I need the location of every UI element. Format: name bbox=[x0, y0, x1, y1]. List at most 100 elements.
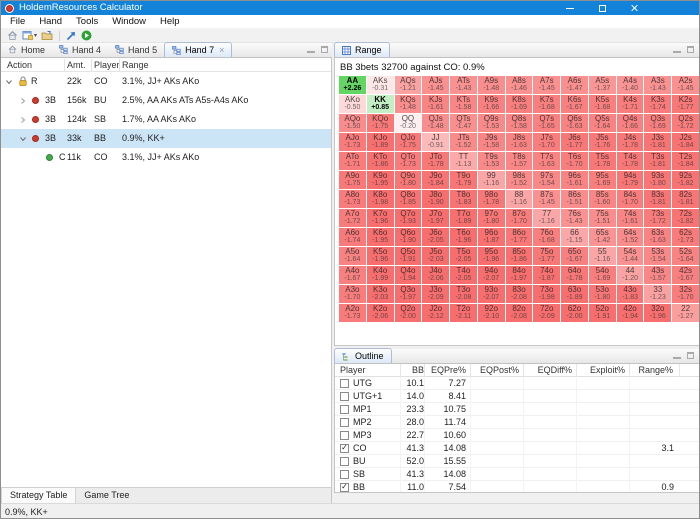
range-cell-QJs[interactable]: QJs -1.48 bbox=[422, 114, 450, 132]
range-cell-QTs[interactable]: QTs -1.47 bbox=[450, 114, 477, 132]
outline-row-mp1[interactable]: MP1 23.3 10.75 bbox=[335, 402, 699, 416]
range-cell-T4o[interactable]: T4o -2.05 bbox=[450, 266, 477, 284]
checkbox-utg[interactable] bbox=[340, 378, 349, 388]
range-cell-52o[interactable]: 52o -1.91 bbox=[588, 304, 616, 322]
range-cell-T7s[interactable]: T7s -1.63 bbox=[533, 152, 561, 170]
range-cell-A6o[interactable]: A6o -1.74 bbox=[339, 228, 366, 246]
range-cell-32o[interactable]: 32o -1.96 bbox=[644, 304, 672, 322]
range-cell-82o[interactable]: 82o -2.08 bbox=[505, 304, 533, 322]
range-cell-63s[interactable]: 63s -1.63 bbox=[644, 228, 672, 246]
range-cell-88[interactable]: 88 -1.16 bbox=[505, 190, 533, 208]
range-cell-Q7s[interactable]: Q7s -1.65 bbox=[533, 114, 561, 132]
range-cell-53o[interactable]: 53o -1.80 bbox=[588, 285, 616, 303]
range-cell-Q9s[interactable]: Q9s -1.53 bbox=[477, 114, 505, 132]
range-cell-95o[interactable]: 95o -1.96 bbox=[477, 247, 505, 265]
open-hand-button[interactable] bbox=[39, 29, 55, 42]
range-cell-Q6s[interactable]: Q6s -1.63 bbox=[561, 114, 588, 132]
range-cell-Q8o[interactable]: Q8o -1.85 bbox=[394, 190, 422, 208]
tree-row-c-co[interactable]: C 11k CO 3.1%, JJ+ AKs AKo bbox=[1, 148, 331, 167]
range-cell-J6o[interactable]: J6o -2.05 bbox=[422, 228, 450, 246]
range-cell-Q7o[interactable]: Q7o -1.93 bbox=[394, 209, 422, 227]
editor-minimize-icon[interactable] bbox=[307, 51, 315, 53]
range-cell-JTs[interactable]: JTs -1.52 bbox=[450, 133, 477, 151]
expand-closed-icon[interactable] bbox=[19, 110, 27, 124]
checkbox-bb[interactable]: ✓ bbox=[340, 482, 349, 492]
range-cell-KJs[interactable]: KJs -1.61 bbox=[422, 95, 450, 113]
range-cell-J2s[interactable]: J2s -1.84 bbox=[672, 133, 699, 151]
range-cell-75s[interactable]: 75s -1.51 bbox=[588, 209, 616, 227]
range-cell-Q8s[interactable]: Q8s -1.58 bbox=[505, 114, 533, 132]
range-cell-63o[interactable]: 63o -1.89 bbox=[561, 285, 588, 303]
range-cell-83s[interactable]: 83s -1.81 bbox=[644, 190, 672, 208]
range-cell-AJs[interactable]: AJs -1.45 bbox=[422, 76, 450, 94]
tree-row-r-co[interactable]: R 22k CO 3.1%, JJ+ AKs AKo bbox=[1, 72, 331, 91]
range-cell-J9o[interactable]: J9o -1.84 bbox=[422, 171, 450, 189]
range-cell-J9s[interactable]: J9s -1.58 bbox=[477, 133, 505, 151]
range-cell-QTo[interactable]: QTo -1.73 bbox=[394, 152, 422, 170]
outline-row-bb[interactable]: ✓ BB 11.0 7.54 0.9 bbox=[335, 480, 699, 492]
outline-col-player[interactable]: Player bbox=[335, 364, 401, 377]
outline-row-mp2[interactable]: MP2 28.0 11.74 bbox=[335, 415, 699, 429]
range-cell-85o[interactable]: 85o -1.86 bbox=[505, 247, 533, 265]
outline-row-mp3[interactable]: MP3 22.7 10.60 bbox=[335, 428, 699, 442]
range-cell-86s[interactable]: 86s -1.51 bbox=[561, 190, 588, 208]
range-cell-AQo[interactable]: AQo -1.50 bbox=[339, 114, 366, 132]
tab-home[interactable]: Home bbox=[1, 42, 52, 57]
range-cell-K4o[interactable]: K4o -1.99 bbox=[366, 266, 394, 284]
range-cell-K5s[interactable]: K5s -1.68 bbox=[588, 95, 616, 113]
outline-col-exploit[interactable]: Exploit% bbox=[577, 364, 630, 377]
range-cell-A5s[interactable]: A5s -1.37 bbox=[588, 76, 616, 94]
range-cell-T4s[interactable]: T4s -1.78 bbox=[616, 152, 644, 170]
range-cell-T5o[interactable]: T5o -2.05 bbox=[450, 247, 477, 265]
outline-col-range[interactable]: Range% bbox=[630, 364, 680, 377]
range-cell-62o[interactable]: 62o -2.00 bbox=[561, 304, 588, 322]
range-cell-Q2o[interactable]: Q2o -2.00 bbox=[394, 304, 422, 322]
outline-row-utg-1[interactable]: UTG+1 14.0 8.41 bbox=[335, 389, 699, 403]
range-cell-A8o[interactable]: A8o -1.73 bbox=[339, 190, 366, 208]
range-cell-64s[interactable]: 64s -1.52 bbox=[616, 228, 644, 246]
checkbox-mp3[interactable] bbox=[340, 430, 349, 440]
range-cell-K8o[interactable]: K8o -1.98 bbox=[366, 190, 394, 208]
tab-hand-7[interactable]: Hand 7 × bbox=[164, 42, 233, 57]
range-cell-95s[interactable]: 95s -1.69 bbox=[588, 171, 616, 189]
tab-outline[interactable]: Outline bbox=[334, 348, 392, 363]
range-cell-66[interactable]: 66 -1.15 bbox=[561, 228, 588, 246]
range-maximize-icon[interactable] bbox=[687, 46, 694, 53]
tree-row-3b-sb[interactable]: 3B 124k SB 1.7%, AA AKs AKo bbox=[1, 110, 331, 129]
range-cell-K9o[interactable]: K9o -1.95 bbox=[366, 171, 394, 189]
expand-closed-icon[interactable] bbox=[19, 91, 27, 105]
range-cell-72s[interactable]: 72s -1.82 bbox=[672, 209, 699, 227]
range-cell-A6s[interactable]: A6s -1.47 bbox=[561, 76, 588, 94]
range-cell-98s[interactable]: 98s -1.52 bbox=[505, 171, 533, 189]
checkbox-utg-1[interactable] bbox=[340, 391, 349, 401]
range-cell-92o[interactable]: 92o -2.10 bbox=[477, 304, 505, 322]
run-button[interactable] bbox=[79, 29, 94, 42]
range-cell-87s[interactable]: 87s -1.45 bbox=[533, 190, 561, 208]
menu-window[interactable]: Window bbox=[105, 15, 153, 29]
range-cell-AQs[interactable]: AQs -1.21 bbox=[394, 76, 422, 94]
range-cell-55[interactable]: 55 -1.16 bbox=[588, 247, 616, 265]
close-button[interactable] bbox=[618, 1, 650, 15]
range-cell-A7o[interactable]: A7o -1.72 bbox=[339, 209, 366, 227]
tab-hand-5[interactable]: Hand 5 bbox=[108, 42, 164, 57]
editor-maximize-icon[interactable] bbox=[321, 46, 328, 53]
range-cell-K4s[interactable]: K4s -1.71 bbox=[616, 95, 644, 113]
range-cell-Q6o[interactable]: Q6o -1.90 bbox=[394, 228, 422, 246]
range-cell-T5s[interactable]: T5s -1.78 bbox=[588, 152, 616, 170]
range-cell-32s[interactable]: 32s -1.70 bbox=[672, 285, 699, 303]
tab-range[interactable]: Range bbox=[334, 42, 390, 57]
column-header-action[interactable]: Action bbox=[7, 58, 32, 72]
range-cell-84s[interactable]: 84s -1.70 bbox=[616, 190, 644, 208]
range-cell-JJ[interactable]: JJ -0.91 bbox=[422, 133, 450, 151]
range-cell-AKo[interactable]: AKo -0.50 bbox=[339, 95, 366, 113]
range-cell-AKs[interactable]: AKs -0.31 bbox=[366, 76, 394, 94]
range-cell-T3o[interactable]: T3o -2.08 bbox=[450, 285, 477, 303]
outline-row-bu[interactable]: BU 52.0 15.55 bbox=[335, 454, 699, 468]
range-cell-Q5o[interactable]: Q5o -1.91 bbox=[394, 247, 422, 265]
range-cell-85s[interactable]: 85s -1.60 bbox=[588, 190, 616, 208]
range-cell-K5o[interactable]: K5o -1.96 bbox=[366, 247, 394, 265]
range-cell-K8s[interactable]: K8s -1.69 bbox=[505, 95, 533, 113]
range-cell-K3s[interactable]: K3s -1.74 bbox=[644, 95, 672, 113]
outline-row-sb[interactable]: SB 41.3 14.08 bbox=[335, 467, 699, 481]
outline-row-co[interactable]: ✓ CO 41.3 14.08 3.1 bbox=[335, 441, 699, 455]
